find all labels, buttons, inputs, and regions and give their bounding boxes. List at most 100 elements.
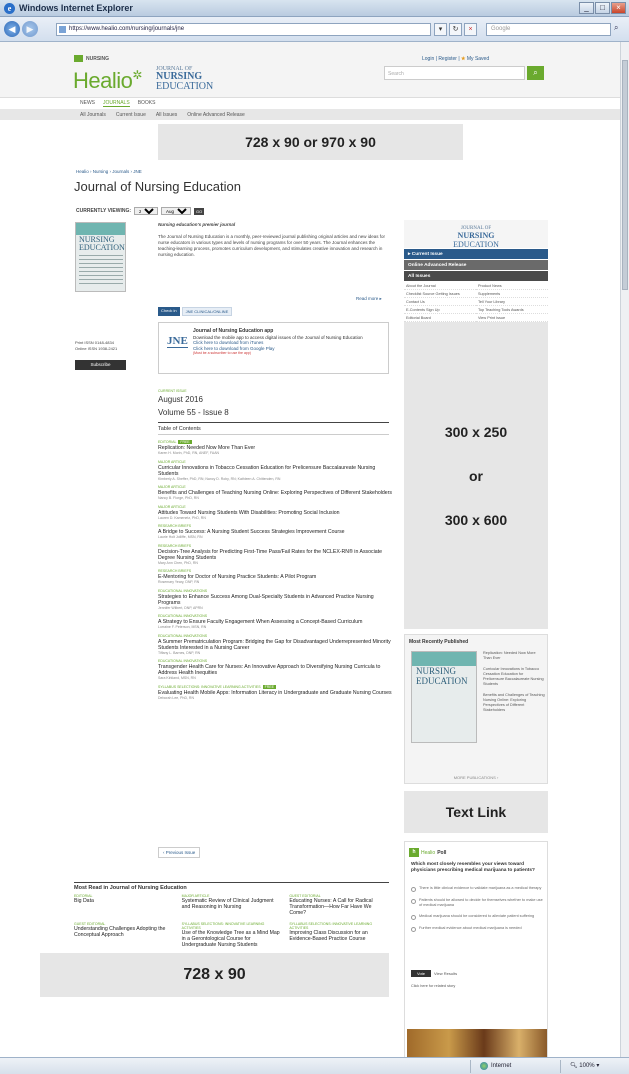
sidebar-item-current-issue[interactable]: ▸ Current Issue	[404, 249, 548, 260]
toc-title-link[interactable]: A Summer Prematriculation Program: Bridg…	[158, 639, 393, 651]
year-select[interactable]: 2016	[134, 207, 159, 215]
most-recent-link[interactable]: Benefits and Challenges of Teaching Nurs…	[483, 693, 545, 713]
radio-icon[interactable]	[411, 887, 416, 892]
most-recent-link[interactable]: Replication: Needed Now More Than Ever	[483, 651, 545, 661]
radio-icon[interactable]	[411, 926, 416, 932]
refresh-icon[interactable]: ↻	[449, 23, 462, 36]
minimize-button[interactable]: _	[579, 2, 594, 14]
toc-item: MAJOR ARTICLE Benefits and Challenges of …	[158, 485, 393, 501]
ad-text-link-label: Text Link	[445, 804, 507, 820]
toc-item: MAJOR ARTICLE Curricular Innovations in T…	[158, 460, 393, 482]
poll-option[interactable]: There is little clinical evidence to val…	[411, 886, 543, 892]
toc-authors: Mary Ann Chen, PhD, RN	[158, 560, 198, 565]
status-separator	[560, 1060, 561, 1073]
search-icon[interactable]: ⌕	[614, 23, 626, 36]
back-button[interactable]: ◀	[4, 21, 20, 37]
go-button[interactable]: GO	[194, 207, 205, 215]
check-in-link[interactable]: JNE CLINICAL/ONLINE	[181, 307, 233, 316]
site-header: NURSING Healio✲ JOURNAL OF NURSING EDUCA…	[0, 42, 620, 98]
most-read-link[interactable]: Understanding Challenges Adopting the Co…	[74, 926, 174, 938]
poll-option[interactable]: Further medical evidence about medical m…	[411, 926, 543, 932]
maximize-button[interactable]: □	[595, 2, 610, 14]
current-issue-label: CURRENT ISSUE	[158, 389, 187, 393]
radio-icon[interactable]	[411, 914, 416, 920]
zoom-control[interactable]: 🔍︎ 100% ▾	[570, 1062, 599, 1069]
toc-title-link[interactable]: Evaluating Health Mobile Apps: Informati…	[158, 690, 393, 696]
journal-cover[interactable]: NURSING EDUCATION	[75, 222, 126, 292]
tab-journals[interactable]: JOURNALS	[103, 100, 130, 107]
toc-title-link[interactable]: Strategies to Enhance Success Among Dual…	[158, 594, 393, 606]
sidebar-link[interactable]: Checklist Source Getting Issues	[404, 292, 476, 298]
toc-title-link[interactable]: Curricular Innovations in Tobacco Cessat…	[158, 465, 393, 477]
poll-option[interactable]: Medical marijuana should be considered t…	[411, 914, 543, 920]
tab-news[interactable]: NEWS	[80, 100, 95, 107]
most-recent-link[interactable]: Curricular Innovations in Tobacco Cessat…	[483, 667, 545, 687]
browser-search-input[interactable]: Google	[486, 23, 611, 36]
tab-books[interactable]: BOOKS	[138, 100, 156, 107]
issn-info: Print ISSN 0148-4834 Online ISSN 1938-24…	[75, 340, 117, 352]
url-field[interactable]: https://www.healio.com/nursing/journals/…	[56, 23, 431, 36]
breadcrumb[interactable]: Healio › Nursing › Journals › JNE	[76, 169, 142, 174]
close-button[interactable]: ×	[611, 2, 626, 14]
poll-widget: h Healio Poll Which most closely resembl…	[404, 841, 548, 1057]
previous-issue-button[interactable]: ‹ Previous Issue	[158, 847, 201, 858]
toc-title-link[interactable]: Decision-Tree Analysis for Predicting Fi…	[158, 549, 393, 561]
book-thumbnails-image[interactable]	[407, 1029, 547, 1057]
sidebar-link[interactable]: Top Teaching Tools Awards	[476, 308, 548, 314]
sidebar-link[interactable]: Contact Us	[404, 300, 476, 306]
most-recent-cover-l1: NURSING	[416, 666, 457, 676]
subscribe-button[interactable]: Subscribe	[75, 360, 126, 370]
stop-icon[interactable]: ×	[464, 23, 477, 36]
register-link[interactable]: Register	[438, 56, 457, 62]
ad-slot-text-link[interactable]: Text Link	[404, 791, 548, 833]
dropdown-icon[interactable]: ▾	[434, 23, 447, 36]
read-more-label: Read more	[356, 296, 379, 301]
most-recent-cover[interactable]: NURSING EDUCATION	[411, 651, 477, 743]
sidebar-link[interactable]: E-Contents Sign Up	[404, 308, 476, 314]
sidebar-item-all-issues[interactable]: All Issues	[404, 271, 548, 282]
sidebar-link[interactable]: Product News	[476, 284, 548, 290]
site-search-button[interactable]: ⌕	[527, 66, 544, 80]
healio-logo[interactable]: Healio✲	[73, 68, 142, 94]
sidebar-item-online-advanced-release[interactable]: Online Advanced Release	[404, 260, 548, 271]
scrollbar-thumb[interactable]	[622, 60, 628, 290]
subnav-all-journals[interactable]: All Journals	[80, 112, 106, 118]
sidebar-link[interactable]: Supplements	[476, 292, 548, 298]
most-read-link[interactable]: Use of the Knowledge Tree as a Mind Map …	[182, 930, 282, 948]
sidebar-link[interactable]: Tell Your Library	[476, 300, 548, 306]
globe-icon	[480, 1062, 488, 1070]
subnav-current-issue[interactable]: Current Issue	[116, 112, 146, 118]
ad-slot-top[interactable]: 728 x 90 or 970 x 90	[158, 124, 463, 160]
vote-button[interactable]: Vote	[411, 970, 432, 977]
healio-star-icon: ✲	[132, 68, 142, 82]
most-recent-cover-band	[412, 652, 476, 666]
sidebar-link[interactable]: About the Journal	[404, 284, 476, 290]
forward-button[interactable]: ▶	[22, 21, 38, 37]
month-select[interactable]: August	[161, 207, 192, 215]
subnav-online-advanced-release[interactable]: Online Advanced Release	[187, 112, 245, 118]
poll-option[interactable]: Patients should be allowed to decide for…	[411, 898, 543, 908]
site-search-input[interactable]: Search	[384, 66, 525, 80]
check-in-button[interactable]: Check in	[158, 307, 180, 316]
scrollbar[interactable]	[620, 42, 629, 1057]
most-read-link[interactable]: Systematic Review of Clinical Judgment a…	[182, 898, 282, 910]
radio-icon[interactable]	[411, 899, 416, 904]
sidebar-journal-logo[interactable]: JOURNAL OF NURSING EDUCATION	[404, 220, 548, 249]
ad-slot-bottom[interactable]: 728 x 90	[40, 953, 389, 997]
more-publications-link[interactable]: MORE PUBLICATIONS ›	[405, 775, 547, 780]
toc-title-link[interactable]: Transgender Health Care for Nurses: An I…	[158, 664, 393, 676]
ad-slot-side[interactable]: 300 x 250 or 300 x 600	[404, 322, 548, 629]
related-story-link[interactable]: Click here for related story	[411, 984, 455, 988]
view-results-link[interactable]: View Results	[434, 971, 457, 976]
zoom-icon: 🔍︎	[570, 1063, 578, 1069]
most-read-item: EDITORIAL Big Data	[74, 894, 174, 916]
issue-volume: Volume 55 - Issue 8	[158, 408, 229, 417]
subnav-all-issues[interactable]: All Issues	[156, 112, 177, 118]
my-saved-link[interactable]: My Saved	[467, 56, 489, 62]
read-more-link[interactable]: Read more ▸	[356, 296, 382, 302]
journal-logo[interactable]: JOURNAL OF NURSING EDUCATION	[156, 66, 213, 92]
most-read-link[interactable]: Improving Class Discussion for an Eviden…	[289, 930, 389, 942]
login-link[interactable]: Login	[422, 56, 434, 62]
most-read-link[interactable]: Educating Nurses: A Call for Radical Tra…	[289, 898, 389, 916]
most-read-link[interactable]: Big Data	[74, 898, 174, 904]
